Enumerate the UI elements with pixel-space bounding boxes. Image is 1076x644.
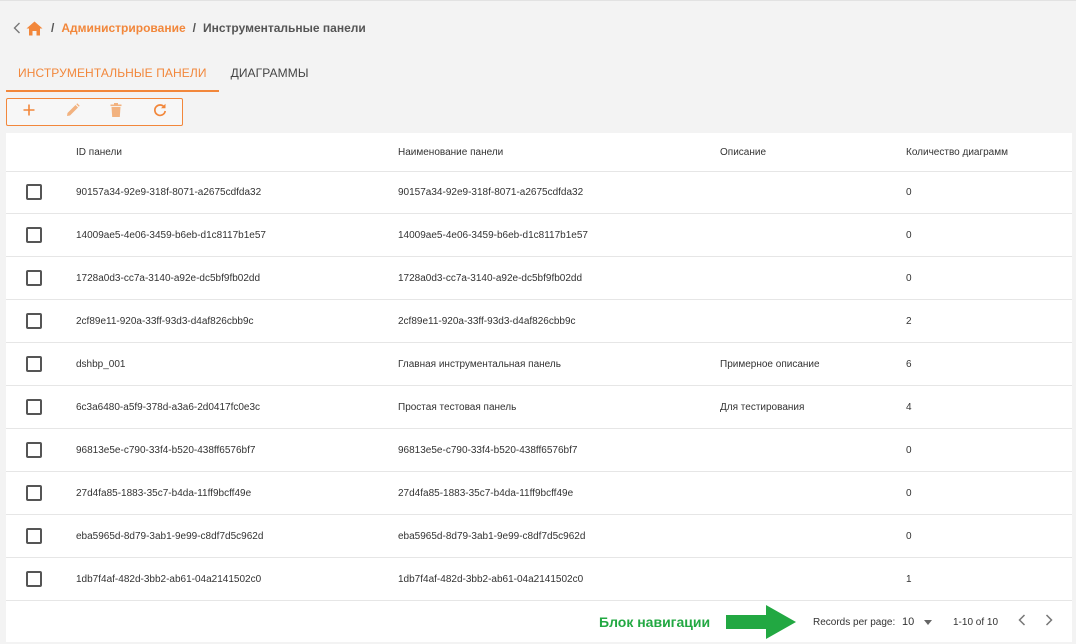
breadcrumb: / Администрирование / Инструментальные п… (10, 18, 366, 38)
table-row[interactable]: 90157a34-92e9-318f-8071-a2675cdfda32 901… (6, 171, 1072, 214)
cell-name: Главная инструментальная панель (398, 358, 561, 370)
chevron-right-icon (1045, 613, 1053, 631)
toolbar (6, 98, 183, 126)
table-row[interactable]: 27d4fa85-1883-35c7-b4da-11ff9bcff49e 27d… (6, 472, 1072, 515)
dashboards-table: ID панели Наименование панели Описание К… (6, 133, 1072, 642)
pagination-footer: Блок навигации Records per page: 10 1-10… (6, 600, 1072, 643)
arrow-right-icon (726, 605, 798, 644)
refresh-icon (153, 103, 167, 122)
cell-count: 0 (906, 272, 912, 284)
chevron-left-icon (1018, 613, 1026, 631)
table-row[interactable]: 1728a0d3-cc7a-3140-a92e-dc5bf9fb02dd 172… (6, 257, 1072, 300)
row-checkbox[interactable] (26, 442, 42, 458)
cell-id: 14009ae5-4e06-3459-b6eb-d1c8117b1e57 (76, 229, 266, 241)
cell-name: 1db7f4af-482d-3bb2-ab61-04a2141502c0 (398, 573, 584, 585)
row-checkbox[interactable] (26, 184, 42, 200)
cell-id: 1728a0d3-cc7a-3140-a92e-dc5bf9fb02dd (76, 272, 261, 284)
row-checkbox[interactable] (26, 485, 42, 501)
table-row[interactable]: 2cf89e11-920a-33ff-93d3-d4af826cbb9c 2cf… (6, 300, 1072, 343)
cell-id: 27d4fa85-1883-35c7-b4da-11ff9bcff49e (76, 487, 252, 499)
top-divider (0, 0, 1076, 1)
cell-id: 2cf89e11-920a-33ff-93d3-d4af826cbb9c (76, 315, 254, 327)
header-id[interactable]: ID панели (76, 133, 122, 171)
records-per-page-label: Records per page: (813, 616, 896, 628)
table-row[interactable]: eba5965d-8d79-3ab1-9e99-c8df7d5c962d eba… (6, 515, 1072, 558)
breadcrumb-separator: / (192, 21, 196, 35)
breadcrumb-current: Инструментальные панели (202, 21, 366, 35)
table-row[interactable]: 6c3a6480-a5f9-378d-a3a6-2d0417fc0e3c Про… (6, 386, 1072, 429)
header-name[interactable]: Наименование панели (398, 133, 503, 171)
cell-count: 0 (906, 186, 912, 198)
cell-count: 0 (906, 229, 912, 241)
chevron-left-icon[interactable] (10, 20, 24, 36)
cell-description: Для тестирования (720, 401, 805, 413)
cell-id: 90157a34-92e9-318f-8071-a2675cdfda32 (76, 186, 262, 198)
tab-bar: ИНСТРУМЕНТАЛЬНЫЕ ПАНЕЛИ ДИАГРАММЫ (6, 56, 321, 92)
row-checkbox[interactable] (26, 313, 42, 329)
breadcrumb-separator: / (51, 21, 55, 35)
cell-name: 90157a34-92e9-318f-8071-a2675cdfda32 (398, 186, 584, 198)
table-row[interactable]: 14009ae5-4e06-3459-b6eb-d1c8117b1e57 140… (6, 214, 1072, 257)
cell-count: 0 (906, 444, 912, 456)
tab-dashboards[interactable]: ИНСТРУМЕНТАЛЬНЫЕ ПАНЕЛИ (6, 56, 219, 92)
cell-description: Примерное описание (720, 358, 820, 370)
cell-id: 1db7f4af-482d-3bb2-ab61-04a2141502c0 (76, 573, 262, 585)
cell-count: 1 (906, 573, 912, 585)
cell-name: 14009ae5-4e06-3459-b6eb-d1c8117b1e57 (398, 229, 588, 241)
records-per-page-value: 10 (902, 616, 915, 628)
header-description[interactable]: Описание (720, 133, 766, 171)
table-row[interactable]: dshbp_001 Главная инструментальная панел… (6, 343, 1072, 386)
plus-icon (23, 103, 35, 121)
table-row[interactable]: 1db7f4af-482d-3bb2-ab61-04a2141502c0 1db… (6, 558, 1072, 600)
cell-id: dshbp_001 (76, 358, 126, 370)
table-header: ID панели Наименование панели Описание К… (6, 133, 1072, 172)
header-count[interactable]: Количество диаграмм (906, 133, 1008, 171)
next-page-button[interactable] (1037, 610, 1061, 634)
table-row[interactable]: 96813e5e-c790-33f4-b520-438ff6576bf7 968… (6, 429, 1072, 472)
page-range: 1-10 of 10 (953, 616, 999, 628)
cell-name: eba5965d-8d79-3ab1-9e99-c8df7d5c962d (398, 530, 586, 542)
tab-charts[interactable]: ДИАГРАММЫ (219, 56, 321, 90)
cell-name: 2cf89e11-920a-33ff-93d3-d4af826cbb9c (398, 315, 576, 327)
pencil-icon (66, 102, 80, 122)
records-per-page-select[interactable]: 10 (902, 610, 933, 634)
caret-down-icon (924, 619, 933, 625)
cell-id: 96813e5e-c790-33f4-b520-438ff6576bf7 (76, 444, 256, 456)
cell-count: 0 (906, 530, 912, 542)
cell-count: 0 (906, 487, 912, 499)
delete-button[interactable] (95, 99, 139, 125)
add-button[interactable] (7, 99, 51, 125)
prev-page-button[interactable] (1010, 610, 1034, 634)
navigation-annotation: Блок навигации (599, 614, 711, 630)
cell-count: 6 (906, 358, 912, 370)
cell-name: Простая тестовая панель (398, 401, 517, 413)
home-icon[interactable] (26, 20, 44, 36)
edit-button[interactable] (51, 99, 95, 125)
row-checkbox[interactable] (26, 399, 42, 415)
row-checkbox[interactable] (26, 356, 42, 372)
cell-count: 4 (906, 401, 912, 413)
cell-name: 27d4fa85-1883-35c7-b4da-11ff9bcff49e (398, 487, 574, 499)
row-checkbox[interactable] (26, 528, 42, 544)
row-checkbox[interactable] (26, 227, 42, 243)
breadcrumb-admin-link[interactable]: Администрирование (61, 21, 185, 35)
cell-count: 2 (906, 315, 912, 327)
cell-name: 96813e5e-c790-33f4-b520-438ff6576bf7 (398, 444, 578, 456)
cell-id: eba5965d-8d79-3ab1-9e99-c8df7d5c962d (76, 530, 264, 542)
cell-name: 1728a0d3-cc7a-3140-a92e-dc5bf9fb02dd (398, 272, 583, 284)
row-checkbox[interactable] (26, 571, 42, 587)
cell-id: 6c3a6480-a5f9-378d-a3a6-2d0417fc0e3c (76, 401, 261, 413)
trash-icon (110, 102, 122, 122)
refresh-button[interactable] (138, 99, 182, 125)
row-checkbox[interactable] (26, 270, 42, 286)
